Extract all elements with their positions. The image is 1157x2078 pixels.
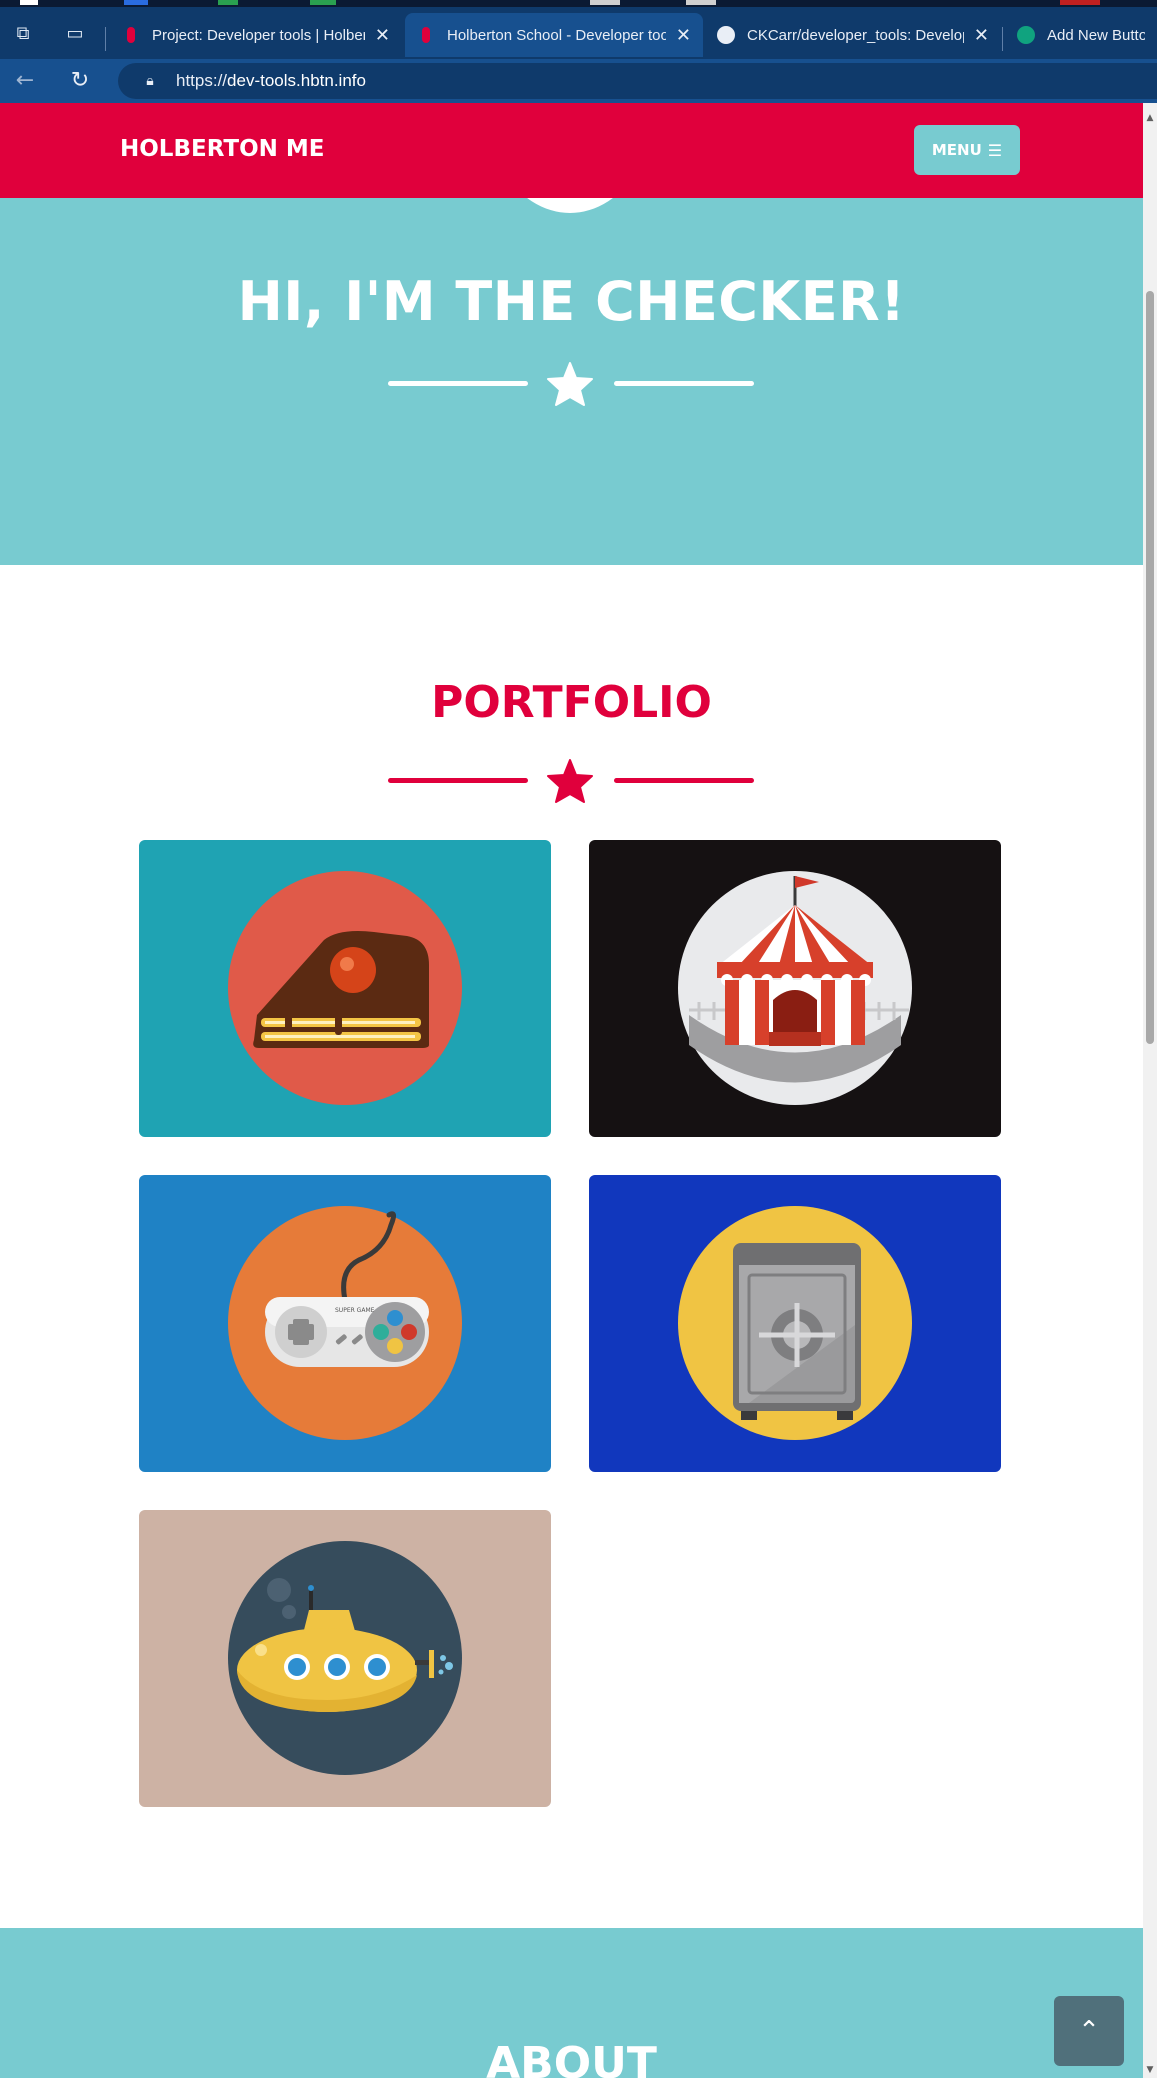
cake-icon [228, 871, 462, 1105]
hero-title: HI, I'M THE CHECKER! [237, 270, 906, 333]
bars-icon: ☰ [987, 140, 1003, 160]
divider-line [614, 381, 754, 386]
tab-actions-icon[interactable]: ▭ [64, 23, 86, 45]
portfolio-item-controller[interactable]: SUPER GAME [139, 1175, 551, 1472]
page-scrollbar[interactable]: ▲ ▼ [1143, 103, 1157, 2078]
portfolio-item-safe[interactable] [589, 1175, 1001, 1472]
browser-tab-bar: ⧉ ▭ Project: Developer tools | Holberton… [0, 7, 1157, 59]
workspaces-icon[interactable]: ⧉ [12, 23, 34, 45]
browser-address-bar: ← ↻ 🔒︎ https://dev-tools.hbtn.info [0, 59, 1157, 103]
url-field[interactable]: 🔒︎ https://dev-tools.hbtn.info [118, 63, 1157, 99]
close-tab-icon[interactable]: ✕ [974, 25, 989, 46]
holberton-favicon-icon [122, 26, 140, 44]
tab-add-new-button[interactable]: Add New Button [1005, 13, 1157, 57]
desktop-strip [0, 0, 1157, 7]
about-section: ABOUT [0, 1928, 1143, 2078]
hero-star-divider [388, 361, 754, 411]
menu-button[interactable]: MENU ☰ [914, 125, 1020, 175]
scroll-up-arrow-icon[interactable]: ▲ [1143, 111, 1157, 125]
url-text: https://dev-tools.hbtn.info [176, 71, 366, 91]
star-icon [547, 759, 593, 803]
tab-separator [1002, 27, 1003, 51]
portfolio-title: PORTFOLIO [431, 677, 712, 728]
portfolio-item-submarine[interactable] [139, 1510, 551, 1807]
submarine-icon [228, 1541, 462, 1775]
portfolio-item-cake[interactable] [139, 840, 551, 1137]
about-title: ABOUT [486, 2038, 657, 2078]
close-tab-icon[interactable]: ✕ [375, 25, 390, 46]
game-controller-icon: SUPER GAME [228, 1206, 462, 1440]
url-host: dev-tools.hbtn.info [227, 71, 366, 90]
tab-holberton-developer-tools[interactable]: Holberton School - Developer tools ✕ [405, 13, 703, 57]
close-tab-icon[interactable]: ✕ [676, 25, 691, 46]
safe-icon [678, 1206, 912, 1440]
tab-title: CKCarr/developer_tools: Developer [747, 26, 964, 44]
site-navbar: HOLBERTON ME MENU ☰ [0, 103, 1143, 198]
portfolio-star-divider [388, 758, 754, 808]
url-scheme: https:// [176, 71, 228, 90]
scroll-down-arrow-icon[interactable]: ▼ [1143, 2063, 1157, 2077]
chevron-up-icon: ⌃ [1078, 2016, 1100, 2046]
chatgpt-favicon-icon [1017, 26, 1035, 44]
tab-github-developer-tools[interactable]: CKCarr/developer_tools: Developer ✕ [705, 13, 1001, 57]
tab-title: Project: Developer tools | Holberton [152, 26, 365, 44]
tab-project-developer-tools[interactable]: Project: Developer tools | Holberton ✕ [110, 13, 402, 57]
tab-separator [105, 27, 106, 51]
site-brand[interactable]: HOLBERTON ME [120, 136, 324, 162]
menu-label: MENU [931, 141, 982, 159]
tab-title: Holberton School - Developer tools [447, 26, 666, 44]
back-arrow-icon[interactable]: ← [13, 69, 37, 93]
reload-icon[interactable]: ↻ [68, 69, 92, 93]
lock-icon: 🔒︎ [146, 73, 154, 89]
scroll-to-top-button[interactable]: ⌃ [1054, 1996, 1124, 2066]
controller-brand-text: SUPER GAME [335, 1307, 375, 1314]
portfolio-item-circus[interactable] [589, 840, 1001, 1137]
circus-tent-icon [678, 871, 912, 1105]
page-viewport: HI, I'M THE CHECKER! HOLBERTON ME MENU ☰… [0, 103, 1143, 2078]
divider-line [388, 778, 528, 783]
github-favicon-icon [717, 26, 735, 44]
holberton-favicon-icon [417, 26, 435, 44]
tab-title: Add New Button [1047, 26, 1145, 44]
divider-line [614, 778, 754, 783]
scrollbar-thumb[interactable] [1146, 291, 1154, 1044]
star-icon [547, 362, 593, 406]
divider-line [388, 381, 528, 386]
